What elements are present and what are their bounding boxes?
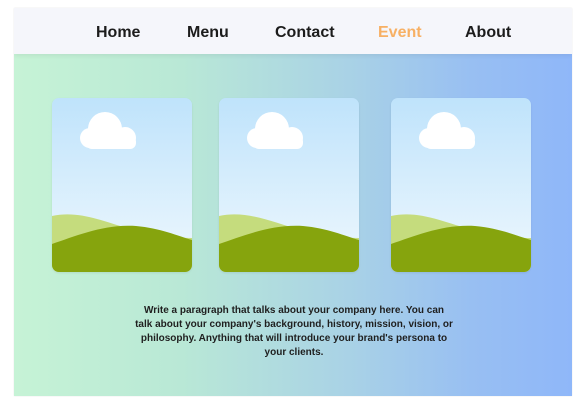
nav-contact-link[interactable]: Contact: [275, 24, 335, 42]
image-card-2[interactable]: [219, 98, 359, 272]
nav-about-link[interactable]: About: [465, 24, 511, 42]
landscape-image-icon: [391, 98, 531, 272]
nav-home-link[interactable]: Home: [96, 24, 140, 42]
navbar: Home Menu Contact Event About: [14, 8, 572, 54]
image-card-3[interactable]: [391, 98, 531, 272]
nav-event-link[interactable]: Event: [378, 24, 422, 42]
nav-menu-link[interactable]: Menu: [187, 24, 229, 42]
image-card-1[interactable]: [52, 98, 192, 272]
page-frame: Home Menu Contact Event About Write a pa…: [14, 8, 572, 396]
landscape-image-icon: [219, 98, 359, 272]
landscape-image-icon: [52, 98, 192, 272]
intro-paragraph: Write a paragraph that talks about your …: [135, 305, 453, 358]
hero-section: Write a paragraph that talks about your …: [14, 54, 572, 396]
